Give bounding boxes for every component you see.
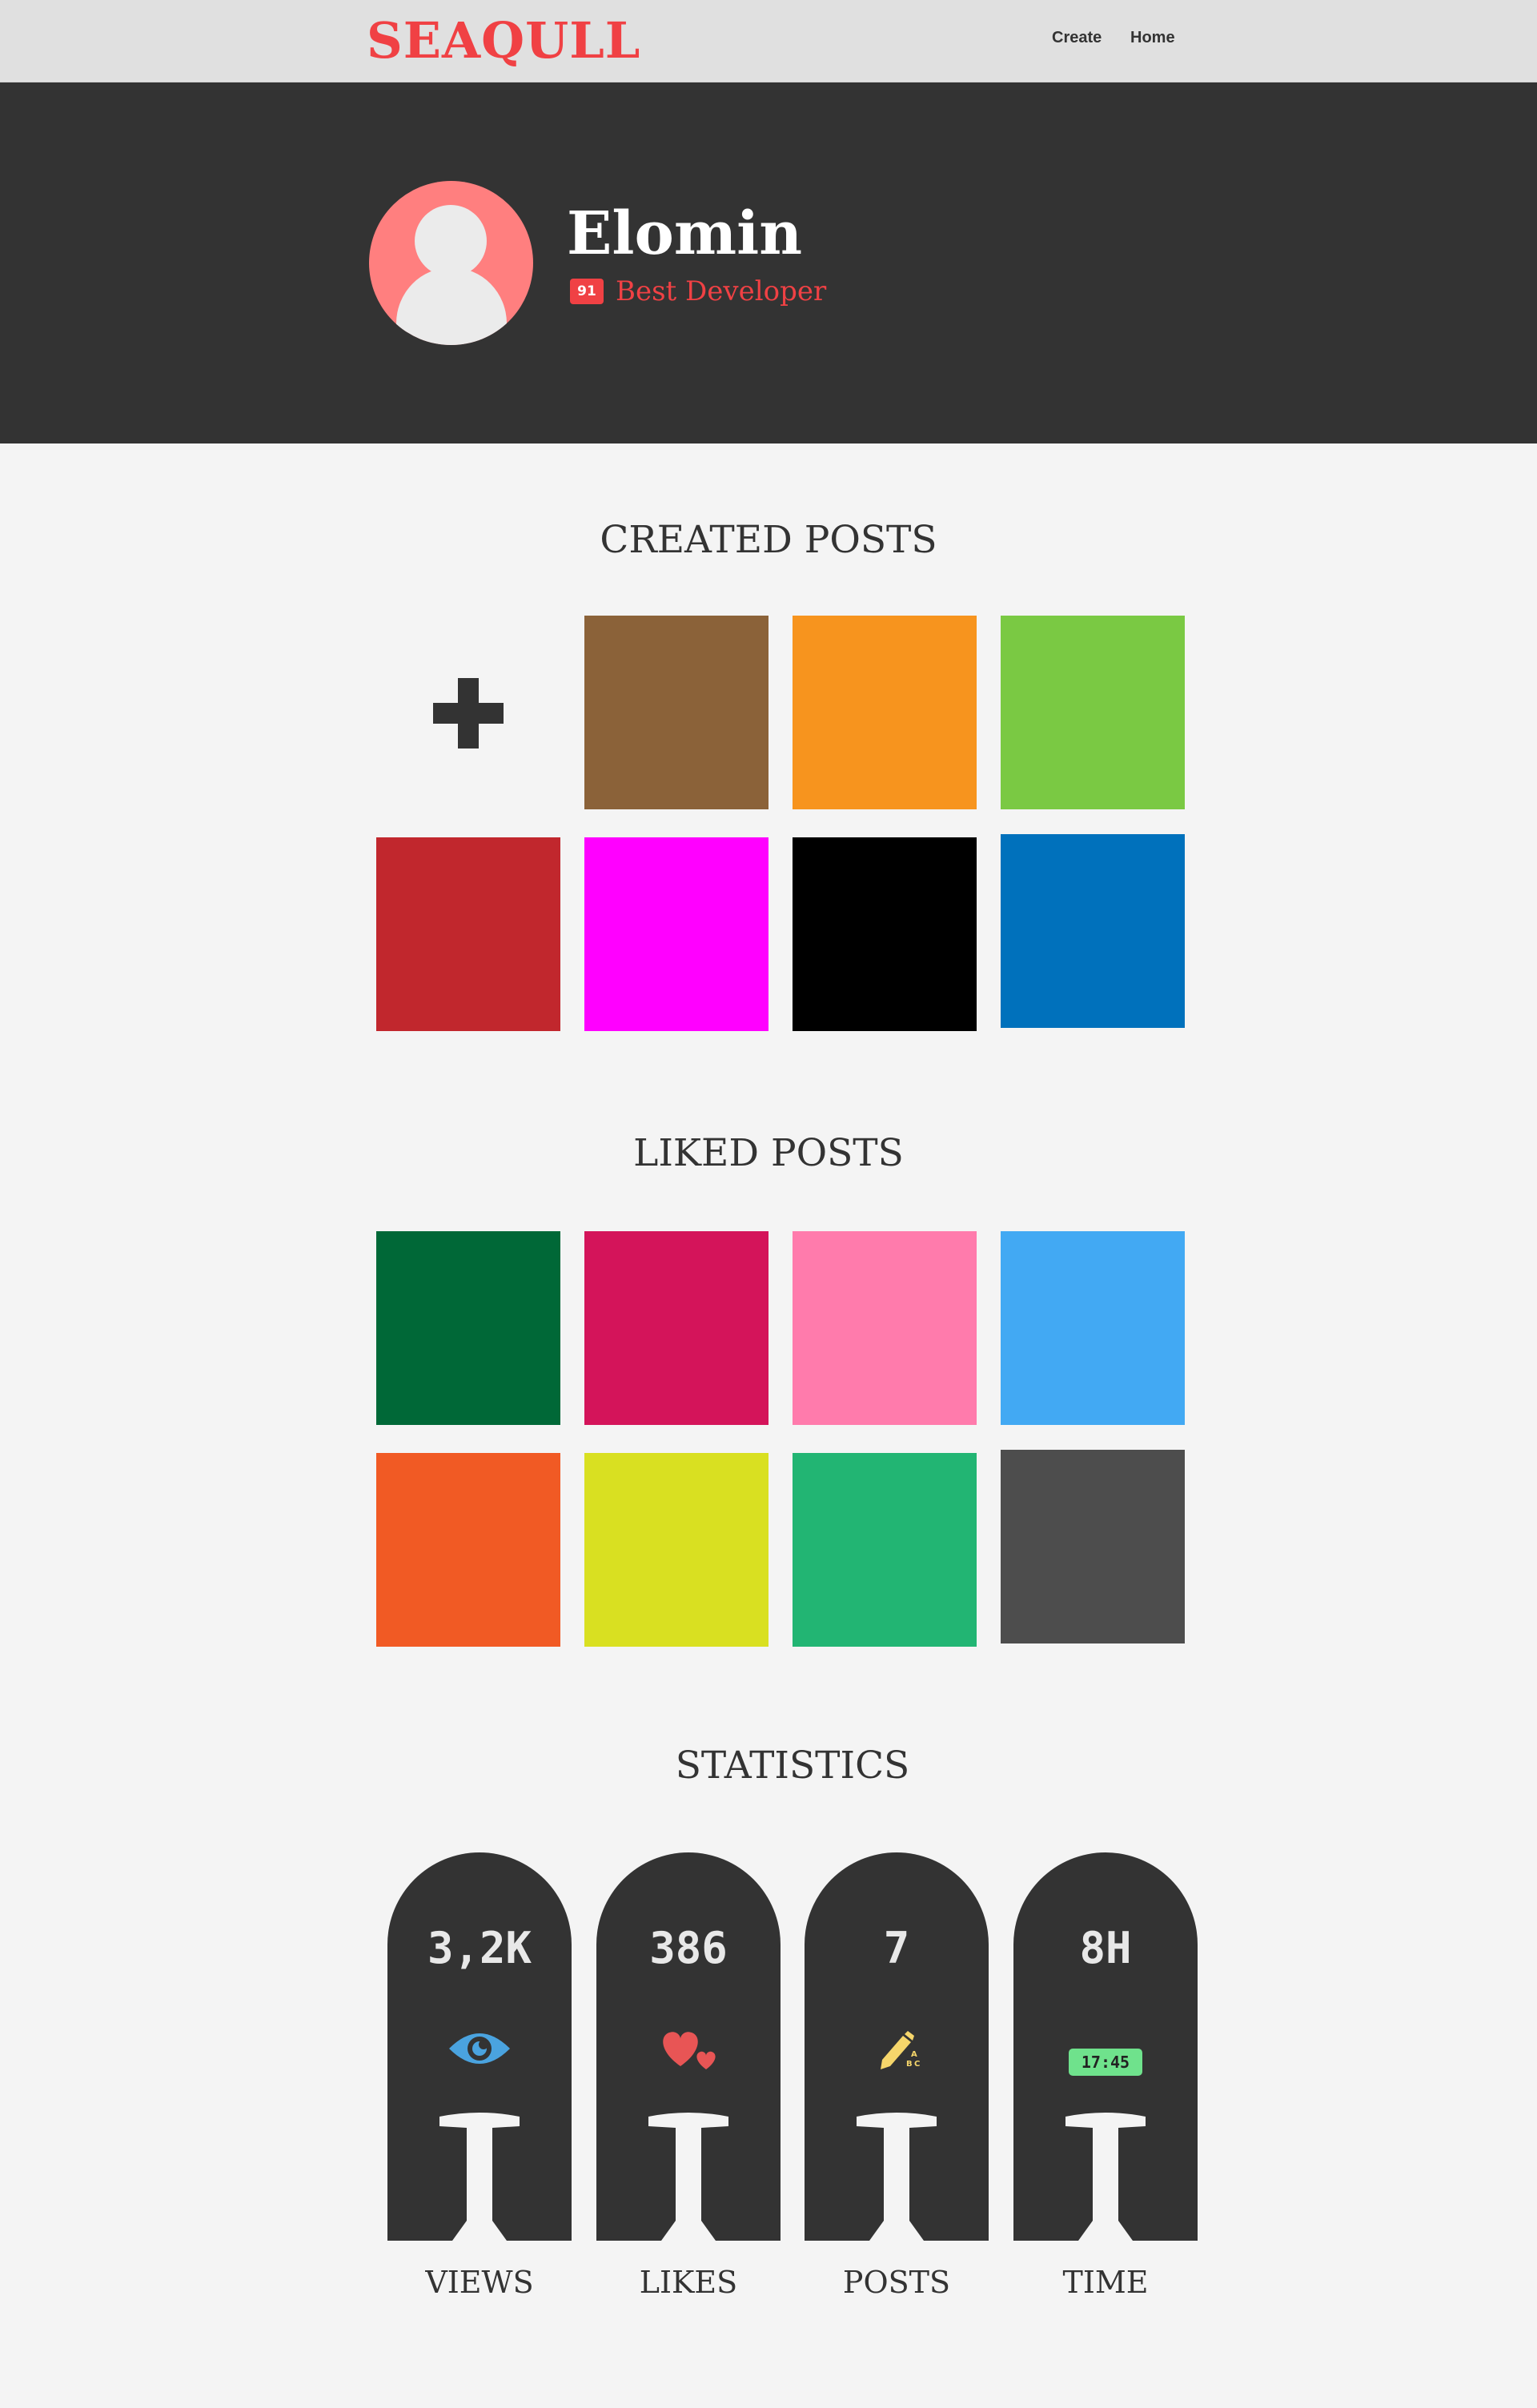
stat-label-views: VIEWS xyxy=(425,2265,534,2300)
created-posts-title: CREATED POSTS xyxy=(600,518,937,562)
stat-card-posts: 7 A B C xyxy=(805,1852,989,2241)
pencil-abc-icon: A B C xyxy=(881,2031,920,2069)
svg-text:C: C xyxy=(914,2060,920,2069)
clock-display-icon: 17:45 xyxy=(1069,2049,1142,2076)
stat-value-posts: 7 xyxy=(883,1923,910,1973)
top-navigation-bar: SEAQULL Create Home xyxy=(0,0,1537,82)
liked-post-tile[interactable] xyxy=(584,1453,768,1647)
created-post-tile[interactable] xyxy=(584,616,768,809)
created-post-tile[interactable] xyxy=(1001,616,1185,809)
created-post-tile[interactable] xyxy=(376,837,560,1031)
nav-create-link[interactable]: Create xyxy=(1052,29,1102,47)
pedestal-stand xyxy=(1065,2113,1146,2241)
stat-value-views: 3,2K xyxy=(427,1923,532,1973)
liked-post-tile[interactable] xyxy=(376,1231,560,1425)
hearts-icon xyxy=(663,2032,716,2069)
pedestal-stand xyxy=(439,2113,520,2241)
pedestal-stand xyxy=(648,2113,728,2241)
statistics-title: STATISTICS xyxy=(675,1744,910,1788)
created-post-tile[interactable] xyxy=(793,837,977,1031)
user-avatar xyxy=(369,181,533,345)
liked-post-tile[interactable] xyxy=(793,1453,977,1647)
avatar-head-shape xyxy=(415,205,487,277)
liked-post-tile[interactable] xyxy=(793,1231,977,1425)
stat-label-likes: LIKES xyxy=(639,2265,738,2300)
stat-value-time: 8H xyxy=(1079,1923,1132,1973)
liked-post-tile[interactable] xyxy=(1001,1231,1185,1425)
eye-icon xyxy=(449,2033,510,2064)
avatar-body-shape xyxy=(396,267,507,345)
created-post-tile[interactable] xyxy=(793,616,977,809)
nav-home-link[interactable]: Home xyxy=(1130,29,1175,47)
stat-label-posts: POSTS xyxy=(842,2265,951,2300)
liked-post-tile[interactable] xyxy=(584,1231,768,1425)
stat-label-time: TIME xyxy=(1062,2265,1149,2300)
add-post-button[interactable] xyxy=(376,616,560,809)
rank-title: Best Developer xyxy=(616,275,827,307)
created-post-tile[interactable] xyxy=(584,837,768,1031)
liked-posts-title: LIKED POSTS xyxy=(633,1131,904,1175)
pedestal-stand xyxy=(857,2113,937,2241)
profile-username: Elomin xyxy=(567,199,803,268)
stat-card-time: 8H 17:45 xyxy=(1013,1852,1198,2241)
site-logo[interactable]: SEAQULL xyxy=(367,11,640,70)
rank-badge: 91 xyxy=(570,279,604,304)
stat-card-likes: 386 xyxy=(596,1852,781,2241)
created-post-tile[interactable] xyxy=(1001,834,1185,1028)
liked-post-tile[interactable] xyxy=(376,1453,560,1647)
stat-value-likes: 386 xyxy=(649,1923,728,1973)
stat-card-views: 3,2K xyxy=(387,1852,572,2241)
clock-display-text: 17:45 xyxy=(1081,2053,1130,2072)
liked-post-tile[interactable] xyxy=(1001,1450,1185,1643)
svg-text:B: B xyxy=(906,2060,913,2069)
svg-text:A: A xyxy=(911,2050,917,2059)
